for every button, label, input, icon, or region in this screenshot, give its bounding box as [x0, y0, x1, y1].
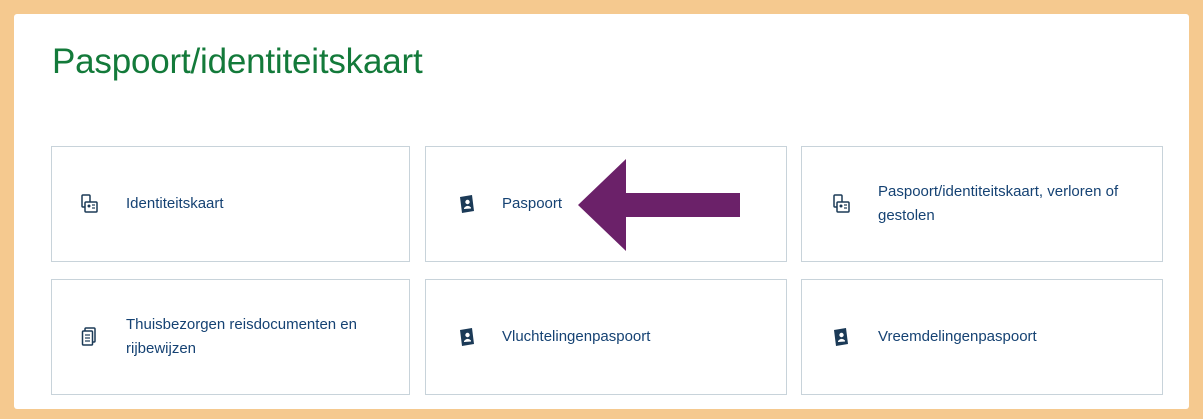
tile-label: Paspoort [502, 195, 563, 212]
tile-vluchtelingenpaspoort[interactable]: Vluchtelingenpaspoort [425, 279, 787, 395]
tile-vreemdelingenpaspoort[interactable]: Vreemdelingenpaspoort [801, 279, 1163, 395]
tile-thuisbezorgen[interactable]: Thuisbezorgen reisdocumenten en rijbewij… [51, 279, 410, 395]
id-card-icon [78, 193, 100, 215]
tile-label: Vluchtelingenpaspoort [502, 328, 651, 345]
tile-identiteitskaart[interactable]: Identiteitskaart [51, 146, 410, 262]
tile-label: Thuisbezorgen reisdocumenten en rijbewij… [126, 316, 357, 357]
passport-icon [830, 326, 852, 348]
tile-label: Vreemdelingenpaspoort [878, 328, 1037, 345]
documents-icon [78, 326, 100, 348]
left-arrow-annotation [578, 159, 740, 251]
page-title: Paspoort/identiteitskaart [52, 42, 423, 81]
passport-icon [456, 193, 478, 215]
id-card-icon [830, 193, 852, 215]
tile-label: Paspoort/identiteitskaart, verloren of g… [878, 183, 1119, 224]
tile-label: Identiteitskaart [126, 195, 224, 212]
tile-verloren-gestolen[interactable]: Paspoort/identiteitskaart, verloren of g… [801, 146, 1163, 262]
passport-icon [456, 326, 478, 348]
